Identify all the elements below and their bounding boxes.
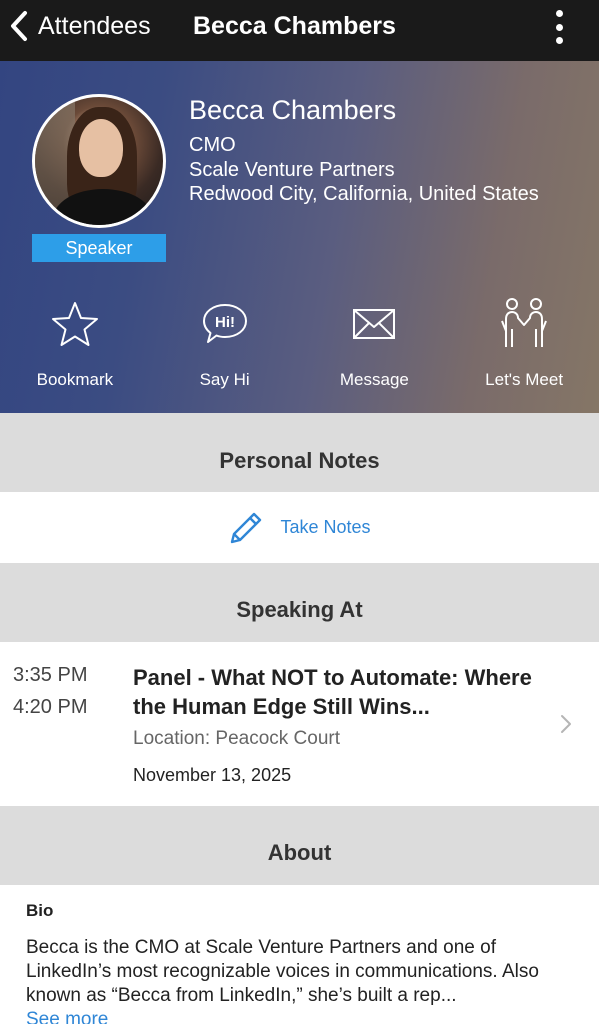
top-nav-bar: Attendees Becca Chambers	[0, 0, 599, 61]
bookmark-label: Bookmark	[36, 370, 114, 389]
session-start-time: 3:35 PM	[13, 664, 88, 686]
svg-text:Hi!: Hi!	[215, 314, 235, 331]
message-button[interactable]: Message	[300, 296, 450, 396]
person-job-title: CMO	[189, 134, 236, 156]
more-options-button[interactable]	[549, 10, 569, 44]
speaking-at-header: Speaking At	[0, 563, 599, 642]
speaker-badge: Speaker	[32, 234, 166, 262]
session-title: Panel - What NOT to Automate: Where the …	[133, 665, 532, 719]
person-name: Becca Chambers	[189, 95, 397, 125]
take-notes-button[interactable]: Take Notes	[0, 492, 599, 563]
bio-label: Bio	[26, 901, 54, 920]
bio-text: Becca is the CMO at Scale Venture Partne…	[26, 937, 539, 1006]
envelope-icon	[346, 296, 402, 352]
pencil-icon	[231, 512, 262, 543]
more-dot-icon	[555, 23, 563, 31]
about-header: About	[0, 806, 599, 885]
person-location: Redwood City, California, United States	[189, 183, 539, 205]
back-button[interactable]: Attendees	[10, 0, 151, 52]
chevron-left-icon	[11, 11, 27, 41]
back-label: Attendees	[38, 11, 151, 40]
lets-meet-button[interactable]: Let's Meet	[449, 296, 599, 396]
page-title: Becca Chambers	[193, 12, 396, 40]
profile-header: Speaker Becca Chambers CMO Scale Venture…	[0, 61, 599, 413]
more-dot-icon	[555, 37, 563, 44]
personal-notes-header: Personal Notes	[0, 413, 599, 492]
about-section: Bio Becca is the CMO at Scale Venture Pa…	[0, 885, 599, 1024]
session-row[interactable]: 3:35 PM 4:20 PM Panel - What NOT to Auto…	[0, 642, 599, 806]
message-label: Message	[339, 370, 409, 389]
action-bar: Bookmark Hi! Say Hi Message Let's Meet	[0, 296, 599, 396]
say-hi-icon: Hi!	[197, 296, 253, 352]
chevron-right-icon	[561, 715, 571, 733]
say-hi-label: Say Hi	[199, 370, 250, 389]
person-company: Scale Venture Partners	[189, 159, 395, 181]
handshake-people-icon	[496, 296, 552, 352]
session-end-time: 4:20 PM	[13, 696, 88, 718]
see-more-link[interactable]: See more	[26, 1009, 108, 1024]
session-location: Location: Peacock Court	[133, 728, 341, 749]
session-date: November 13, 2025	[133, 765, 292, 785]
star-icon	[47, 296, 103, 352]
more-dot-icon	[555, 10, 563, 17]
lets-meet-label: Let's Meet	[485, 370, 564, 389]
take-notes-label: Take Notes	[280, 517, 371, 537]
avatar	[32, 94, 166, 228]
say-hi-button[interactable]: Hi! Say Hi	[150, 296, 300, 396]
bookmark-button[interactable]: Bookmark	[0, 296, 150, 396]
